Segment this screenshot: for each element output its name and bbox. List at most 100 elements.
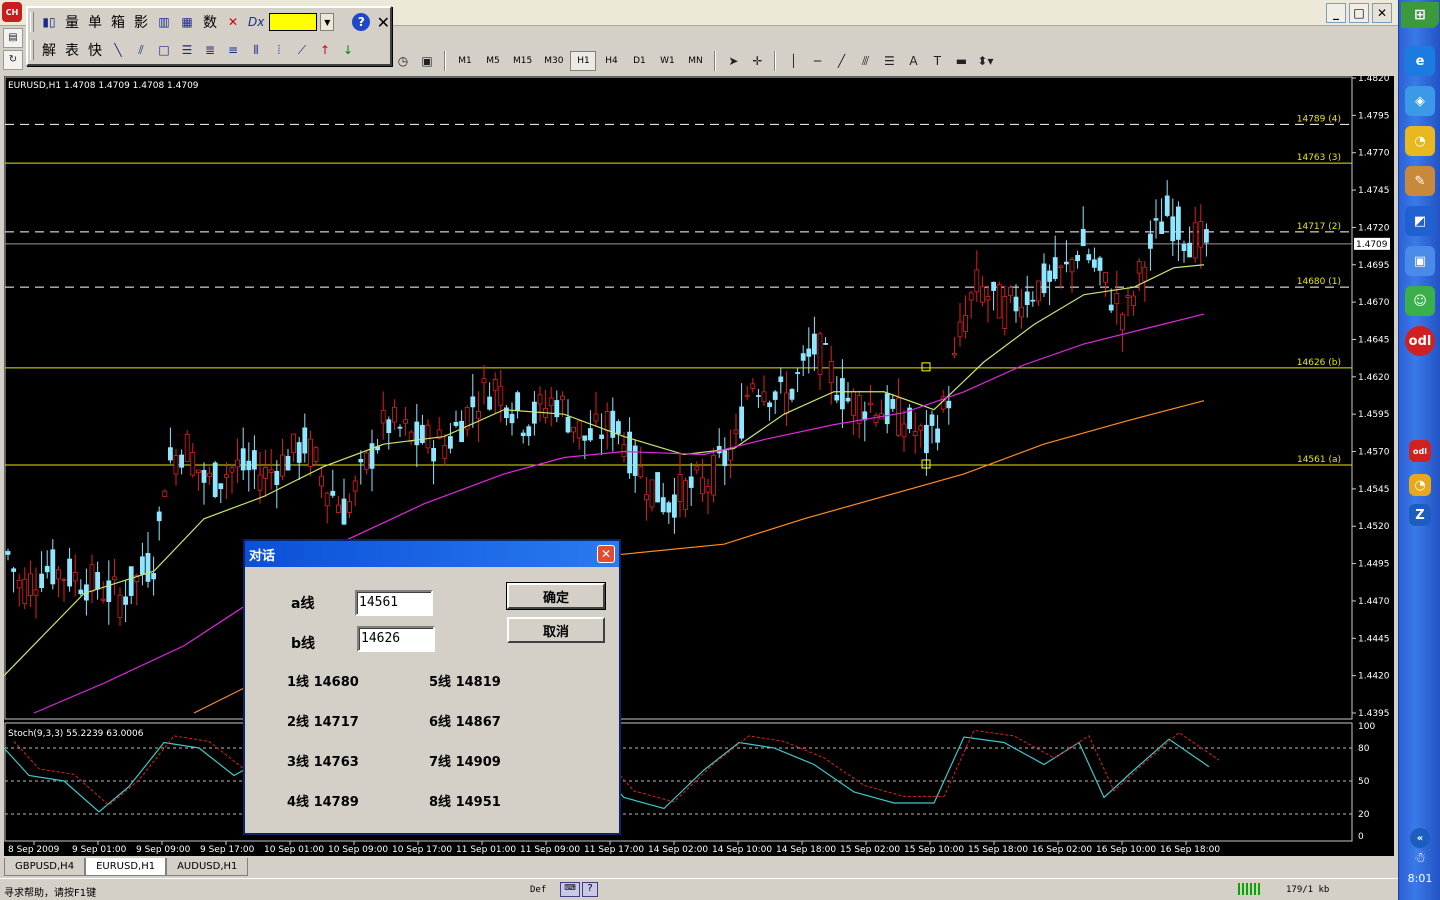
close-icon[interactable]: ✕ [597,545,615,563]
candle-body [190,452,196,476]
z-app-icon[interactable]: Z [1409,504,1431,526]
price-label: 1.4820 [1358,76,1390,84]
grid-icon[interactable]: ▦ [177,11,197,33]
media-icon[interactable]: ◔ [1405,126,1435,156]
tab-audusd[interactable]: AUDUSD,H1 [166,858,249,876]
candle-body [1153,218,1159,221]
computer-icon[interactable]: ▣ [1405,246,1435,276]
refresh-icon[interactable]: ↻ [3,50,23,70]
ie-icon[interactable]: e [1405,46,1435,76]
fibo-icon[interactable]: ☰ [177,39,197,61]
tools-icon[interactable]: ✎ [1405,166,1435,196]
rectangle-icon[interactable]: □ [154,39,174,61]
start-icon[interactable]: ⊞ [1401,2,1439,28]
media-small-icon[interactable]: ◔ [1409,474,1431,496]
text-tool-icon[interactable]: A [902,51,924,71]
tf-m15[interactable]: M15 [508,51,537,71]
candle-body [1120,314,1125,331]
help-icon[interactable]: ? [352,13,371,31]
candle-body [61,579,67,582]
candles-icon[interactable]: ▮▯ [39,11,59,33]
vlines-icon[interactable]: ⦀ [246,39,266,61]
rectangle-label-icon[interactable]: ▬ [950,51,972,71]
candle-body [750,383,756,389]
toolbar-grip[interactable] [30,12,34,32]
tray-chevron-icon[interactable]: « [1410,828,1430,848]
toolbar-grip-2[interactable] [30,40,34,60]
messenger-icon[interactable]: ☺ [1405,286,1435,316]
trendline-icon[interactable]: ╲ [108,39,128,61]
tool-shu[interactable]: 数 [200,11,220,33]
chevron-down-icon[interactable]: ▼ [320,13,335,31]
tool-kuai[interactable]: 快 [85,39,105,61]
fibo-levels-icon[interactable]: ≣ [200,39,220,61]
price-label: 1.4420 [1358,672,1390,682]
ok-button[interactable]: 确定 [506,582,606,610]
candle-body [1013,296,1019,312]
price-label: 1.4470 [1358,597,1390,607]
crosshair-icon[interactable]: ✛ [746,51,768,71]
tf-d1[interactable]: D1 [626,51,652,71]
minimize-icon[interactable]: _ [1326,3,1346,23]
tf-h1[interactable]: H1 [570,51,597,71]
candle-body [39,573,44,589]
cycle-icon[interactable]: ⦙ [269,39,289,61]
tf-w1[interactable]: W1 [654,51,680,71]
price-label: 1.4795 [1358,111,1390,121]
tf-m30[interactable]: M30 [539,51,568,71]
tool-ying[interactable]: 影 [131,11,151,33]
close-icon[interactable]: ✕ [1372,3,1392,23]
qq-icon[interactable]: ☃ [1410,848,1430,868]
clock-icon[interactable]: ◷ [392,51,414,71]
histogram-icon[interactable]: ▥ [154,11,174,33]
fibo-tool-icon[interactable]: ☰ [878,51,900,71]
a-line-input[interactable]: 14561 [355,590,433,616]
template-icon[interactable]: ▣ [416,51,438,71]
hlines-icon[interactable]: ≡ [223,39,243,61]
channel-tool-icon[interactable]: ⫻ [854,51,876,71]
fan-icon[interactable]: ⟋ [292,39,312,61]
label-tool-icon[interactable]: T [926,51,948,71]
tf-mn[interactable]: MN [682,51,708,71]
windows-icon[interactable]: ◩ [1405,206,1435,236]
browser-icon[interactable]: ◈ [1405,86,1435,116]
color-picker[interactable] [269,13,318,31]
candle-body [268,469,274,473]
close-toolbar-icon[interactable]: ✕ [373,11,393,33]
cross-tool-icon[interactable]: ✕ [223,11,243,33]
keyboard-icon[interactable]: ⌨ [560,882,580,897]
new-order-icon[interactable]: ▤ [3,28,23,48]
cancel-button[interactable]: 取消 [507,617,605,643]
candle-body [896,397,901,436]
tf-h4[interactable]: H4 [598,51,624,71]
arrow-up-icon[interactable]: ↑ [315,39,335,61]
tool-jie[interactable]: 解 [39,39,59,61]
price-chart[interactable]: 1.4820 1.4795 1.4770 1.4745 1.4720 1.4695 1.46… [4,76,1394,856]
candle-body [784,392,789,414]
tf-m1[interactable]: M1 [452,51,478,71]
tool-xiang[interactable]: 箱 [108,11,128,33]
tool-dan[interactable]: 单 [85,11,105,33]
tool-liang[interactable]: 量 [62,11,82,33]
line-8-value: 8线 14951 [429,795,501,810]
vertical-line-icon[interactable]: │ [782,51,804,71]
trendline-tool-icon[interactable]: ╱ [830,51,852,71]
help-status-icon[interactable]: ? [582,882,598,897]
candle-body [1192,222,1198,259]
arrow-down-icon[interactable]: ↓ [338,39,358,61]
horizontal-line-icon[interactable]: ─ [806,51,828,71]
tool-biao[interactable]: 表 [62,39,82,61]
tf-m5[interactable]: M5 [480,51,506,71]
maximize-icon[interactable]: □ [1349,3,1369,23]
channel-icon[interactable]: ⫽ [131,39,151,61]
candle-body [571,426,576,433]
dx-icon[interactable]: Dx [246,11,266,33]
arrows-dropdown-icon[interactable]: ⬍▾ [974,51,996,71]
cursor-icon[interactable]: ➤ [722,51,744,71]
tab-eurusd[interactable]: EURUSD,H1 [85,858,167,876]
odl-small-icon[interactable]: odl [1409,440,1431,462]
odl-icon[interactable]: odl [1405,326,1435,356]
candle-body [980,286,985,303]
b-line-input[interactable]: 14626 [357,626,435,652]
tab-gbpusd[interactable]: GBPUSD,H4 [4,858,86,876]
